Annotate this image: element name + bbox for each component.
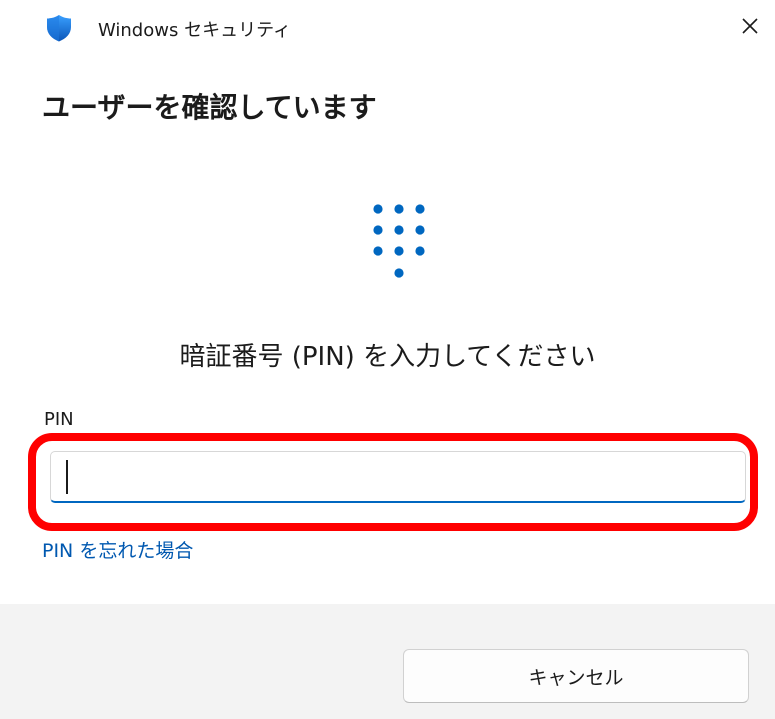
window-title: Windows セキュリティ [98, 20, 291, 41]
dialog-heading: ユーザーを確認しています [42, 91, 377, 124]
cancel-button[interactable]: キャンセル [403, 649, 749, 703]
keypad-icon [370, 203, 428, 281]
title-bar: Windows セキュリティ [0, 0, 775, 56]
pin-input[interactable] [51, 452, 745, 501]
text-caret [66, 460, 68, 494]
pin-field[interactable] [50, 451, 746, 503]
pin-label: PIN [44, 409, 74, 430]
pin-prompt: 暗証番号 (PIN) を入力してください [179, 342, 596, 372]
close-icon [741, 17, 759, 39]
windows-security-dialog: Windows セキュリティ ユーザーを確認しています 暗証番号 (PIN) を… [0, 0, 775, 719]
close-button[interactable] [732, 10, 768, 46]
forgot-pin-link[interactable]: PIN を忘れた場合 [42, 536, 193, 563]
shield-icon [44, 13, 74, 43]
